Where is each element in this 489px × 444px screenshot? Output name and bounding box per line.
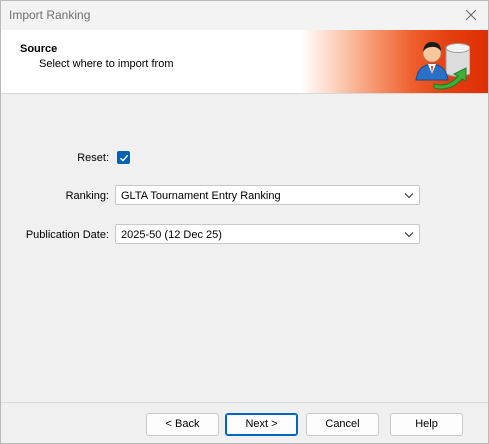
wizard-header: Source Select where to import from xyxy=(1,30,488,94)
cancel-button[interactable]: Cancel xyxy=(306,413,379,436)
checkmark-icon xyxy=(120,154,129,162)
publication-date-dropdown[interactable]: 2025-50 (12 Dec 25) xyxy=(115,224,420,244)
chevron-down-icon xyxy=(404,193,414,199)
header-title: Source xyxy=(20,43,58,55)
reset-label: Reset: xyxy=(77,152,109,164)
ranking-label: Ranking: xyxy=(65,190,109,202)
close-icon xyxy=(465,9,477,21)
user-database-import-icon xyxy=(412,34,471,90)
publication-date-value: 2025-50 (12 Dec 25) xyxy=(121,229,222,241)
reset-checkbox[interactable] xyxy=(117,151,130,164)
import-ranking-dialog: Import Ranking Source Select where to im… xyxy=(0,0,489,444)
ranking-dropdown[interactable]: GLTA Tournament Entry Ranking xyxy=(115,185,420,205)
window-title: Import Ranking xyxy=(9,8,91,22)
back-button[interactable]: < Back xyxy=(146,413,219,436)
title-bar: Import Ranking xyxy=(1,1,488,30)
header-subtitle: Select where to import from xyxy=(39,58,174,70)
publication-date-label: Publication Date: xyxy=(25,229,109,241)
help-button[interactable]: Help xyxy=(390,413,463,436)
chevron-down-icon xyxy=(404,232,414,238)
close-button[interactable] xyxy=(460,5,482,25)
next-button[interactable]: Next > xyxy=(225,413,298,436)
ranking-value: GLTA Tournament Entry Ranking xyxy=(121,190,281,202)
footer-divider xyxy=(1,402,488,403)
